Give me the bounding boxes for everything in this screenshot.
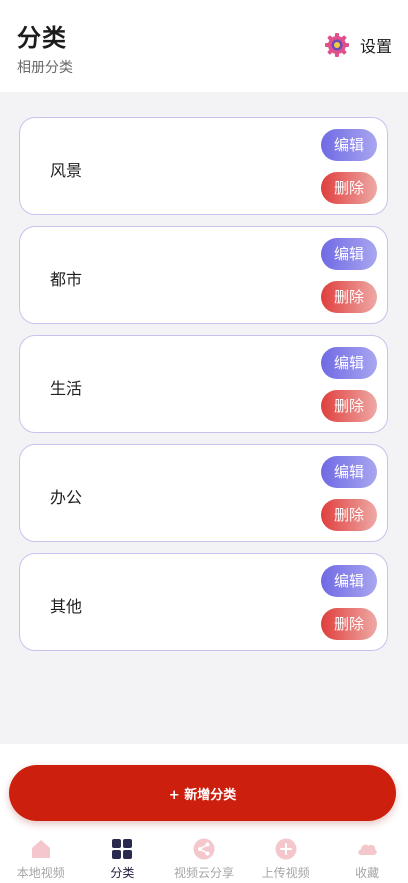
category-card: 其他 编辑 删除	[19, 553, 388, 651]
category-list: 风景 编辑 删除 都市 编辑 删除 生活 编辑 删除 办公 编辑 删除 其他 编…	[19, 117, 388, 662]
edit-button[interactable]: 编辑	[321, 238, 377, 270]
category-name: 其他	[50, 597, 83, 616]
category-name: 风景	[50, 161, 83, 180]
delete-button[interactable]: 删除	[321, 499, 377, 531]
grid-icon	[112, 839, 133, 859]
tab-favorites[interactable]: 收藏	[326, 834, 408, 883]
category-name: 都市	[50, 270, 83, 289]
tab-cloud-share[interactable]: 视频云分享	[163, 834, 245, 883]
tab-label: 本地视频	[16, 866, 65, 880]
plus-circle-icon	[275, 838, 297, 860]
category-name: 办公	[50, 488, 83, 507]
edit-button[interactable]: 编辑	[321, 347, 377, 379]
category-card: 办公 编辑 删除	[19, 444, 388, 542]
share-icon	[193, 838, 215, 860]
settings-label: 设置	[359, 37, 392, 56]
edit-button[interactable]: 编辑	[321, 456, 377, 488]
category-card: 都市 编辑 删除	[19, 226, 388, 324]
delete-button[interactable]: 删除	[321, 172, 377, 204]
header: 分类 相册分类 设置	[0, 0, 408, 92]
tab-local-videos[interactable]: 本地视频	[0, 834, 82, 883]
page-title: 分类	[17, 24, 67, 52]
tab-upload-video[interactable]: 上传视频	[245, 834, 327, 883]
gear-icon	[324, 33, 349, 57]
page-subtitle: 相册分类	[17, 60, 73, 76]
add-category-button[interactable]: + 新增分类	[9, 765, 396, 821]
delete-button[interactable]: 删除	[321, 608, 377, 640]
settings-button[interactable]: 设置	[324, 32, 392, 58]
tab-label: 分类	[110, 866, 135, 880]
delete-button[interactable]: 删除	[321, 390, 377, 422]
category-card: 生活 编辑 删除	[19, 335, 388, 433]
bottom-tab-bar: 本地视频 分类 视频云分享 上传视频 收藏	[0, 834, 408, 883]
cloud-icon	[358, 844, 377, 855]
category-name: 生活	[50, 379, 83, 398]
edit-button[interactable]: 编辑	[321, 129, 377, 161]
tab-category[interactable]: 分类	[82, 834, 164, 883]
category-card: 风景 编辑 删除	[19, 117, 388, 215]
tab-label: 收藏	[355, 866, 380, 880]
home-icon	[31, 840, 50, 858]
edit-button[interactable]: 编辑	[321, 565, 377, 597]
tab-label: 视频云分享	[173, 866, 234, 880]
tab-label: 上传视频	[261, 866, 310, 880]
delete-button[interactable]: 删除	[321, 281, 377, 313]
